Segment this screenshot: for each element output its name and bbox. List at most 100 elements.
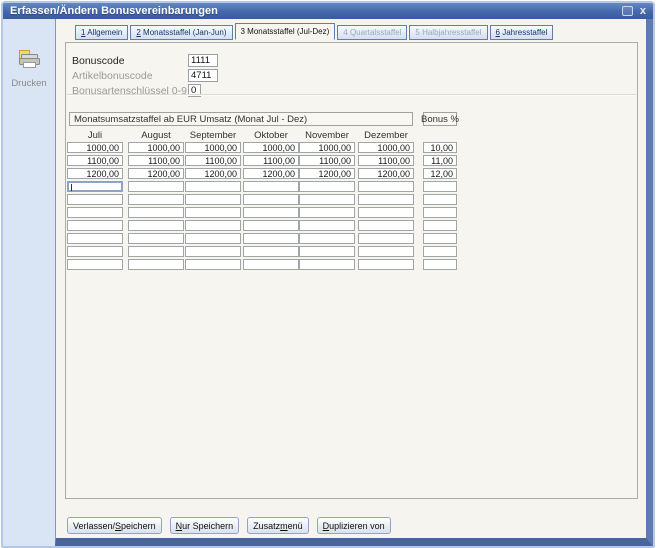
staffel-cell[interactable]: 1000,00: [243, 142, 299, 153]
bonus-cell[interactable]: [423, 194, 457, 205]
staffel-cell[interactable]: [299, 181, 355, 192]
staffel-cell[interactable]: [358, 233, 414, 244]
staffel-cell[interactable]: [185, 181, 241, 192]
leave-save-button[interactable]: Verlassen/Speichern: [67, 517, 162, 534]
staffel-cell[interactable]: [299, 246, 355, 257]
staffel-cell[interactable]: [128, 194, 184, 205]
save-only-button[interactable]: Nur Speichern: [169, 517, 240, 534]
staffel-cell[interactable]: 1200,00: [358, 168, 414, 179]
staffel-cell[interactable]: [243, 194, 299, 205]
staffel-cell[interactable]: [128, 181, 184, 192]
print-button[interactable]: Drucken: [3, 49, 55, 89]
table-row: [66, 207, 637, 218]
staffel-cell[interactable]: [299, 220, 355, 231]
staffel-cell[interactable]: [299, 233, 355, 244]
restore-icon[interactable]: [621, 6, 633, 16]
staffel-cell[interactable]: [243, 181, 299, 192]
staffel-cell[interactable]: [185, 207, 241, 218]
staffel-cell[interactable]: 1200,00: [128, 168, 184, 179]
staffel-cell[interactable]: [243, 220, 299, 231]
staffel-cell[interactable]: [358, 207, 414, 218]
bonus-cell[interactable]: 12,00: [423, 168, 457, 179]
tab-3[interactable]: 3 Monatsstaffel (Jul-Dez): [234, 23, 336, 40]
staffel-cell[interactable]: 1100,00: [128, 155, 184, 166]
staffel-cell[interactable]: 1200,00: [243, 168, 299, 179]
staffel-cell[interactable]: [185, 220, 241, 231]
staffel-cell[interactable]: [243, 259, 299, 270]
staffel-cell[interactable]: [185, 194, 241, 205]
column-header-november: November: [305, 130, 349, 141]
staffel-cell[interactable]: [67, 259, 123, 270]
table-row: [66, 181, 637, 192]
client-area: Drucken 1 Allgemein 2 Monatsstaffel (Jan-…: [3, 19, 653, 546]
staffel-cell[interactable]: [128, 246, 184, 257]
bonus-cell[interactable]: 10,00: [423, 142, 457, 153]
staffel-cell[interactable]: 1100,00: [185, 155, 241, 166]
column-header-juli: Juli: [87, 130, 103, 141]
field-row: Artikelbonuscode 4711: [72, 69, 218, 82]
tab-2[interactable]: 2 Monatsstaffel (Jan-Jun): [130, 25, 233, 40]
staffel-cell[interactable]: [299, 194, 355, 205]
staffel-cell[interactable]: [128, 259, 184, 270]
toolbar-sidebar: Drucken: [3, 19, 55, 546]
column-header-august: August: [141, 130, 171, 141]
bonus-cell[interactable]: [423, 181, 457, 192]
staffel-cell[interactable]: [185, 259, 241, 270]
staffel-cell[interactable]: [67, 233, 123, 244]
staffel-cell[interactable]: [67, 207, 123, 218]
extras-menu-button[interactable]: Zusatz m enü: [247, 517, 309, 534]
staffel-cell[interactable]: [128, 220, 184, 231]
bonus-cell[interactable]: [423, 259, 457, 270]
staffel-cell[interactable]: [358, 181, 414, 192]
tab-1[interactable]: 1 Allgemein: [75, 25, 129, 40]
table-row: [66, 233, 637, 244]
staffel-cell[interactable]: 1100,00: [358, 155, 414, 166]
staffel-cell[interactable]: [67, 181, 123, 192]
bonus-cell[interactable]: [423, 207, 457, 218]
duplicate-from-button[interactable]: Duplizieren von: [316, 517, 391, 534]
field-row: Bonuscode 1111: [72, 54, 218, 67]
staffel-cell[interactable]: [358, 194, 414, 205]
staffel-cell[interactable]: 1000,00: [299, 142, 355, 153]
tab-6[interactable]: 6 Jahresstaffel: [489, 25, 554, 40]
staffel-cell[interactable]: [67, 246, 123, 257]
label-text: Zusatz: [253, 520, 281, 531]
staffel-cell[interactable]: [299, 259, 355, 270]
staffel-cell[interactable]: [358, 220, 414, 231]
staffel-cell[interactable]: 1000,00: [358, 142, 414, 153]
staffel-cell[interactable]: [243, 246, 299, 257]
staffel-cell[interactable]: [358, 259, 414, 270]
section-divider: [67, 94, 636, 96]
staffel-cell[interactable]: [243, 233, 299, 244]
staffel-cell[interactable]: [358, 246, 414, 257]
close-icon[interactable]: x: [640, 6, 646, 17]
bonus-cell[interactable]: [423, 246, 457, 257]
staffel-cell[interactable]: 1100,00: [243, 155, 299, 166]
bonuscode-input[interactable]: 1111: [188, 54, 218, 67]
table-row: 1200,00 1200,00 1200,00 1200,00 1200,00 1200,…: [66, 168, 637, 179]
staffel-cell[interactable]: 1200,00: [185, 168, 241, 179]
staffel-cell[interactable]: [67, 220, 123, 231]
staffel-cell[interactable]: [128, 207, 184, 218]
staffel-cell[interactable]: 1100,00: [299, 155, 355, 166]
staffel-cell[interactable]: [67, 194, 123, 205]
staffel-cell[interactable]: [185, 246, 241, 257]
staffel-cell[interactable]: 1000,00: [185, 142, 241, 153]
staffel-cell[interactable]: 1000,00: [128, 142, 184, 153]
label-text: ur Speichern: [182, 520, 234, 531]
table-row: 1000,00 1000,00 1000,00 1000,00 1000,00 1000,…: [66, 142, 637, 153]
staffel-cell[interactable]: 1200,00: [67, 168, 123, 179]
staffel-cell[interactable]: 1000,00: [67, 142, 123, 153]
staffel-cell[interactable]: [185, 233, 241, 244]
staffel-cell[interactable]: 1200,00: [299, 168, 355, 179]
staffel-cell[interactable]: [128, 233, 184, 244]
staffel-cell[interactable]: 1100,00: [67, 155, 123, 166]
staffel-cell[interactable]: [299, 207, 355, 218]
form-panel: 1 Allgemein 2 Monatsstaffel (Jan-Jun) 3 Mo…: [55, 19, 653, 546]
print-label: Drucken: [11, 78, 47, 89]
staffel-cell[interactable]: [243, 207, 299, 218]
bonus-cell[interactable]: [423, 233, 457, 244]
bonus-cell[interactable]: 11,00: [423, 155, 457, 166]
label-text: Allgemein: [85, 28, 123, 37]
bonus-cell[interactable]: [423, 220, 457, 231]
